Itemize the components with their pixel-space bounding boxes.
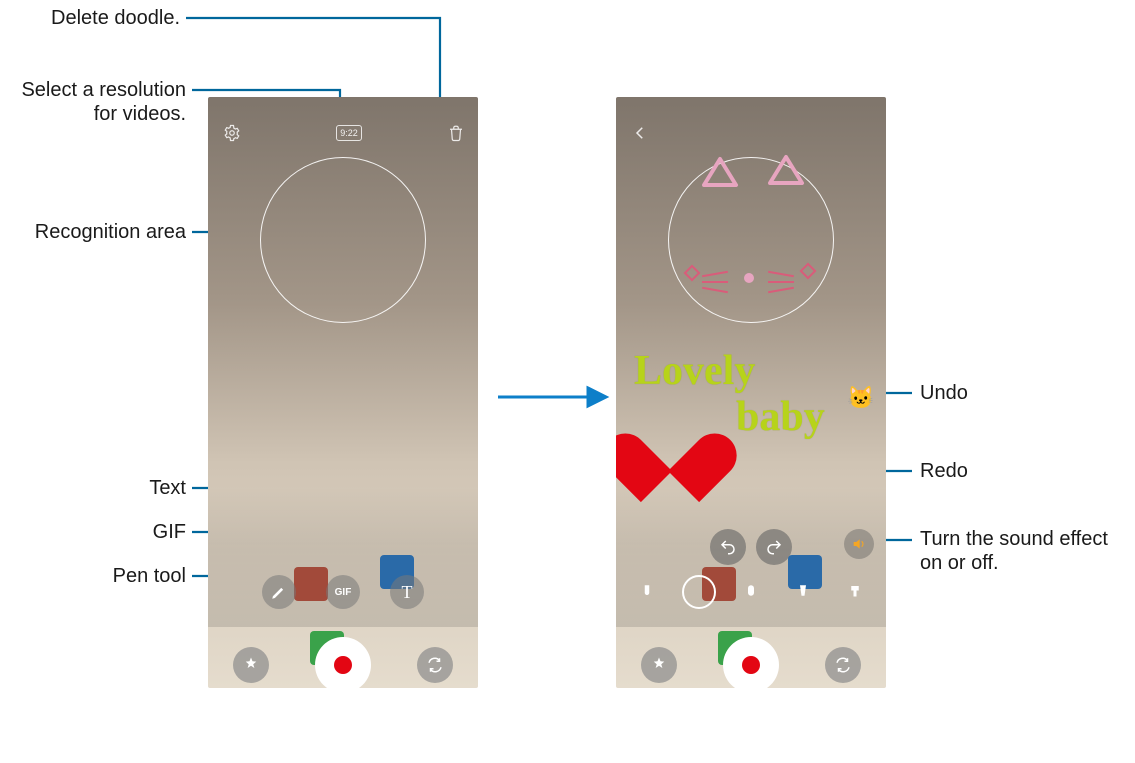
brush-round-icon[interactable] [734,575,768,609]
doodle-cat-stamp: 🐱 [844,385,878,415]
record-button[interactable] [315,637,371,688]
callout-gif-tool: GIF [0,520,186,544]
trash-icon[interactable] [446,123,466,143]
doodle-heart [628,405,712,481]
tool-row: GIF T [208,572,478,612]
record-button[interactable] [723,637,779,688]
callout-recognition-area: Recognition area [0,220,186,244]
callout-delete-doodle: Delete doodle. [0,6,180,30]
doodle-text-line1: Lovely [634,353,755,391]
pen-tool-icon[interactable] [262,575,296,609]
doodle-whisker [768,281,794,283]
doodle-whisker [702,281,728,283]
back-icon[interactable] [630,123,650,143]
redo-icon[interactable] [756,529,792,565]
undo-icon[interactable] [710,529,746,565]
doodle-nose [744,273,754,283]
sound-toggle-icon[interactable] [844,529,874,559]
resolution-icon[interactable]: 9:22 [336,125,362,141]
brush-row [616,572,886,612]
brush-hatch-icon[interactable] [682,575,716,609]
effects-icon[interactable] [641,647,677,683]
brush-eraser-icon[interactable] [630,575,664,609]
phone-screen-before: 9:22 GIF T [208,97,478,688]
effects-icon[interactable] [233,647,269,683]
callout-sound-toggle: Turn the sound effect on or off. [920,527,1120,575]
recognition-area-circle [668,157,834,323]
bottom-controls [616,642,886,688]
doodle-ear-left [700,155,740,191]
callout-select-resolution: Select a resolution for videos. [0,78,186,126]
callout-pen-tool: Pen tool [0,564,186,588]
phone-screen-after: Lovely baby 🐱 [616,97,886,688]
callout-text-tool: Text [0,476,186,500]
callout-undo: Undo [920,381,968,405]
resolution-label: 9:22 [340,128,358,138]
switch-camera-icon[interactable] [417,647,453,683]
gif-tool-icon[interactable]: GIF [326,575,360,609]
brush-flat-icon[interactable] [838,575,872,609]
switch-camera-icon[interactable] [825,647,861,683]
doodle-text-line2: baby [736,399,825,437]
brush-marker-icon[interactable] [786,575,820,609]
doodle-ear-right [766,153,806,189]
recognition-area-circle [260,157,426,323]
settings-icon[interactable] [222,123,242,143]
text-tool-icon[interactable]: T [390,575,424,609]
callout-redo: Redo [920,459,968,483]
bottom-controls [208,642,478,688]
